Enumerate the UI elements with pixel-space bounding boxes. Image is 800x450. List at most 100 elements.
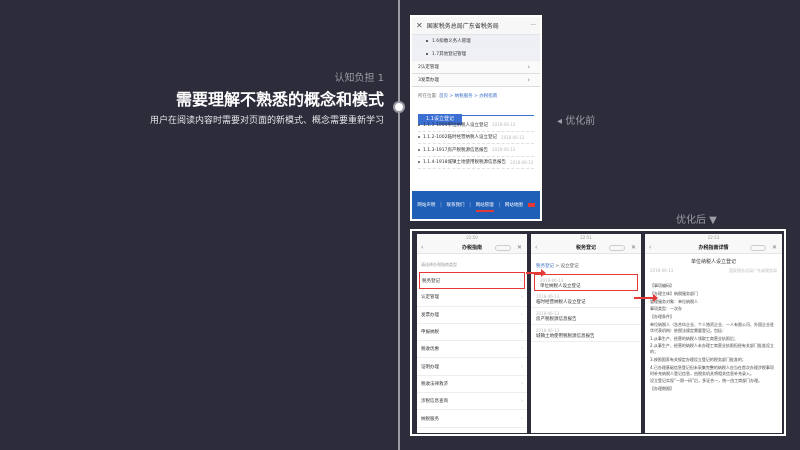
nav-bar: ‹ 税务登记 ✕ <box>531 242 641 254</box>
list-item-title: 单位纳税人设立登记 <box>540 284 581 289</box>
doc-paragraph: 2.从事生产、经营的纳税人未办理工商营业执照但经有关部门批准设立的； <box>650 343 774 355</box>
close-icon[interactable]: ✕ <box>631 244 636 251</box>
category-item-label: 申报纳税 <box>421 330 439 336</box>
before-menu-row[interactable]: 2认定管理 › <box>412 61 540 74</box>
chevron-right-icon: › <box>527 63 530 71</box>
list-item-title: 房产税税源信息报告 <box>536 317 577 322</box>
close-icon[interactable]: ✕ <box>416 21 423 30</box>
doc-paragraph: 事项类型：一次办 <box>650 306 682 312</box>
capsule-menu-icon[interactable] <box>495 245 511 251</box>
category-item-label: 发票办理 <box>421 312 439 318</box>
category-item-tax-registration[interactable]: 税务登记 › <box>419 272 525 290</box>
category-item-label: 税收优惠 <box>421 347 439 353</box>
breadcrumb-separator: > <box>554 264 561 269</box>
category-item[interactable]: 税收法律救济 › <box>417 376 527 394</box>
bullet-icon <box>418 123 420 126</box>
category-item-label: 税务登记 <box>422 278 440 284</box>
category-item-label: 涉税信息查询 <box>421 399 448 405</box>
doc-paragraph: 1.从事生产、经营的纳税人领取工商营业执照后； <box>650 335 738 341</box>
list-item[interactable]: 2018-06-13 城镇土地使用税税源信息报告 <box>531 325 641 342</box>
status-bar-time: 22:53 <box>645 234 782 242</box>
chevron-right-icon: › <box>521 294 523 301</box>
chevron-right-icon: › <box>527 76 530 84</box>
doc-body: 【事项编码】 【办理主体】纳税服务部门 管理服务对象：单位纳税人 事项类型：一次… <box>645 275 782 392</box>
chevron-right-icon: › <box>521 346 523 353</box>
phone-guide-categories: 22:50 ‹ 办税指南 ✕ 请选择办税指南类型 税务登记 › 认定管理 › 发… <box>417 234 527 433</box>
breadcrumb-current: 设立登记 <box>560 264 579 269</box>
category-item-label: 税收法律救济 <box>421 381 448 387</box>
close-icon[interactable]: ✕ <box>517 244 522 251</box>
bullet-icon <box>418 148 420 151</box>
footer-separator: | <box>440 202 442 208</box>
category-item[interactable]: 税收优惠 › <box>417 341 527 359</box>
category-item[interactable]: 认定管理 › <box>417 289 527 307</box>
list-item-date: 2018-06-13 <box>501 134 525 140</box>
list-item[interactable]: 1.1.4-1918城镇土地使用税税源信息报告 2018-06-13 <box>418 157 534 169</box>
footer-link-sitemap[interactable]: 网站地图 <box>505 202 523 208</box>
doc-paragraph: 设立登记实现“一照一码”后，多证合一，统一由工商部门办理。 <box>650 378 763 384</box>
list-item-date: 2018-06-13 <box>492 147 516 153</box>
doc-meta: 2018-06-13 国家税务总局广东省税务局 <box>645 266 782 275</box>
doc-date: 2018-06-13 <box>650 268 674 273</box>
breadcrumb-links[interactable]: 首页 > 纳税服务 > 办税指南 <box>439 94 497 99</box>
before-sub-item[interactable]: 1.6扣缴义务人管理 <box>412 35 540 48</box>
list-item[interactable]: 2018-06-13 房产税税源信息报告 <box>531 308 641 325</box>
doc-title: 单位纳税人设立登记 <box>690 259 736 265</box>
after-label: 优化后 ▼ <box>676 215 717 226</box>
slide-headline: 需要理解不熟悉的概念和模式 <box>175 90 384 109</box>
chevron-right-icon: › <box>521 380 523 387</box>
breadcrumb: 税务登记 > 设立登记 <box>531 254 641 274</box>
footer-link-statement[interactable]: 网站声明 <box>417 202 435 208</box>
category-item[interactable]: 涉税信息查询 › <box>417 393 527 411</box>
category-item[interactable]: 发票办理 › <box>417 307 527 324</box>
chevron-right-icon: › <box>521 398 523 405</box>
breadcrumb-prefix: 所在位置: <box>418 94 438 99</box>
list-item[interactable]: 1.1.1-1000单位纳税人设立登记 2018-06-13 <box>418 119 534 132</box>
capsule-menu-icon[interactable] <box>750 245 766 251</box>
chevron-right-icon: › <box>521 329 523 336</box>
list-item-date: 2018-06-13 <box>492 122 516 128</box>
status-bar-time: 22:50 <box>417 234 527 242</box>
chevron-right-icon: › <box>521 415 523 422</box>
chevron-right-icon: › <box>521 311 523 318</box>
doc-source: 国家税务总局广东省税务局 <box>729 268 777 273</box>
timeline-line <box>398 0 400 450</box>
list-item-title: 1.1.1-1000单位纳税人设立登记 <box>423 122 489 128</box>
before-sub-item[interactable]: 1.7其他登记管理 <box>412 48 540 61</box>
category-item-label: 认定管理 <box>421 295 439 301</box>
before-menu-row[interactable]: 3发票办理 › <box>412 74 540 87</box>
doc-paragraph: 【办理条件】 <box>650 314 674 320</box>
before-header: ✕ 国家税务总局广东省税务局 ··· <box>412 17 540 35</box>
list-item[interactable]: 1.1.2-1002临时经营纳税人设立登记 2018-06-13 <box>418 132 534 144</box>
close-icon[interactable]: ✕ <box>772 244 777 251</box>
bullet-icon <box>426 40 428 42</box>
bullet-icon <box>418 161 420 164</box>
before-screenshot: ✕ 国家税务总局广东省税务局 ··· 1.6扣缴义务人管理 1.7其他登记管理 … <box>410 15 542 221</box>
list-item[interactable]: 2018-06-13 临时经营纳税人设立登记 <box>531 291 641 308</box>
list-item[interactable]: 2018-06-13 单位纳税人设立登记 <box>534 274 638 291</box>
bullet-icon <box>418 136 420 139</box>
category-item[interactable]: 申报纳税 › <box>417 324 527 342</box>
doc-paragraph: 【事项编码】 <box>650 283 674 288</box>
category-hint: 请选择办税指南类型 <box>421 262 457 267</box>
before-list: 1.1.1-1000单位纳税人设立登记 2018-06-13 1.1.2-100… <box>412 116 540 169</box>
category-item[interactable]: 证明办理 › <box>417 358 527 376</box>
category-item[interactable]: 纳税服务 › <box>417 410 527 428</box>
footer-link-manage[interactable]: 网站管理 <box>475 202 494 212</box>
footer-separator: | <box>469 202 471 208</box>
before-footer: 网站声明 | 联系我们 | 网站管理 | 网站地图 <box>412 191 540 219</box>
phone-guide-detail: 22:53 ‹ 办税指南详情 ✕ 单位纳税人设立登记 2018-06-13 国家… <box>645 234 782 433</box>
list-item-title: 城镇土地使用税税源信息报告 <box>536 334 595 339</box>
before-header-title: 国家税务总局广东省税务局 <box>426 23 499 30</box>
footer-link-contact[interactable]: 联系我们 <box>447 202 465 208</box>
slide-description: 用户在阅读内容时需要对页面的新模式、概念需要重新学习 <box>149 116 384 126</box>
bullet-icon <box>426 53 428 55</box>
capsule-menu-icon[interactable] <box>609 245 625 251</box>
list-item-title: 1.1.4-1918城镇土地使用税税源信息报告 <box>423 160 507 166</box>
more-icon[interactable]: ··· <box>530 22 536 29</box>
list-item-title: 临时经营纳税人设立登记 <box>536 300 586 305</box>
category-item-label: 纳税服务 <box>421 416 439 422</box>
breadcrumb: 所在位置: 首页 > 纳税服务 > 办税指南 <box>412 93 540 101</box>
footer-separator: | <box>498 202 501 208</box>
list-item[interactable]: 1.1.3-1917房产税税源信息报告 2018-06-13 <box>418 144 534 157</box>
